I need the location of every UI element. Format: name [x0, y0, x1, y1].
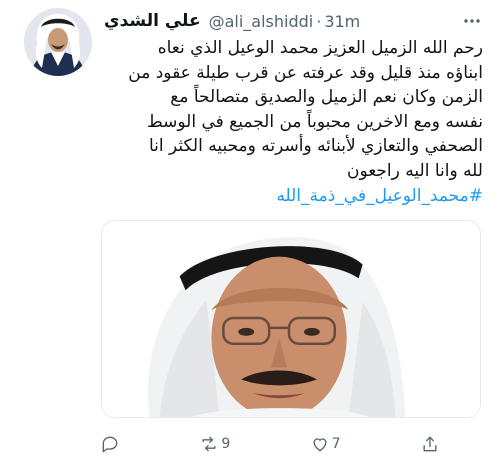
- tweet-text-line: ابناؤه منذ قليل وقد عرفته عن قرب طيلة عق…: [128, 62, 483, 83]
- tweet-text: رحم الله الزميل العزيز محمد الوعيل الذي …: [100, 36, 483, 208]
- tweet-text-line: رحم الله الزميل العزيز محمد الوعيل الذي …: [157, 38, 483, 58]
- share-icon: [420, 434, 440, 454]
- like-button[interactable]: 7: [310, 434, 341, 454]
- heart-icon: [310, 434, 330, 454]
- tweet-time[interactable]: 31m: [324, 12, 360, 31]
- tweet-text-line: الصحفي والتعازي لأبنائه وأسرته ومحبيه ال…: [148, 136, 483, 157]
- retweet-button[interactable]: 9: [199, 434, 230, 454]
- tweet-image[interactable]: [101, 220, 481, 418]
- tweet[interactable]: علي الشدي @ali_alshiddi · 31m رحم الله ا…: [0, 0, 500, 474]
- hashtag-link[interactable]: #محمد_الوعيل_في_ذمة_الله: [100, 184, 483, 209]
- share-button[interactable]: [420, 434, 440, 454]
- avatar[interactable]: [24, 8, 92, 76]
- tweet-text-line: لله وانا اليه راجعون: [346, 160, 483, 181]
- user-handle[interactable]: @ali_alshiddi: [209, 12, 314, 31]
- tweet-header: علي الشدي @ali_alshiddi · 31m: [104, 8, 482, 34]
- more-options-icon[interactable]: [462, 8, 482, 34]
- retweet-icon: [199, 434, 219, 454]
- retweet-count: 9: [221, 436, 231, 452]
- like-count: 7: [331, 436, 341, 452]
- tweet-text-line: نفسه ومع الاخرين محبوباً من الجميع في ال…: [147, 111, 483, 132]
- separator-dot: ·: [316, 11, 322, 31]
- tweet-text-line: الزمن وكان نعم الزميل والصديق متصالحاً م…: [170, 87, 483, 108]
- reply-button[interactable]: [100, 434, 120, 454]
- tweet-actions: 9 7: [100, 432, 440, 456]
- display-name[interactable]: علي الشدي: [104, 11, 201, 31]
- reply-icon: [100, 434, 120, 454]
